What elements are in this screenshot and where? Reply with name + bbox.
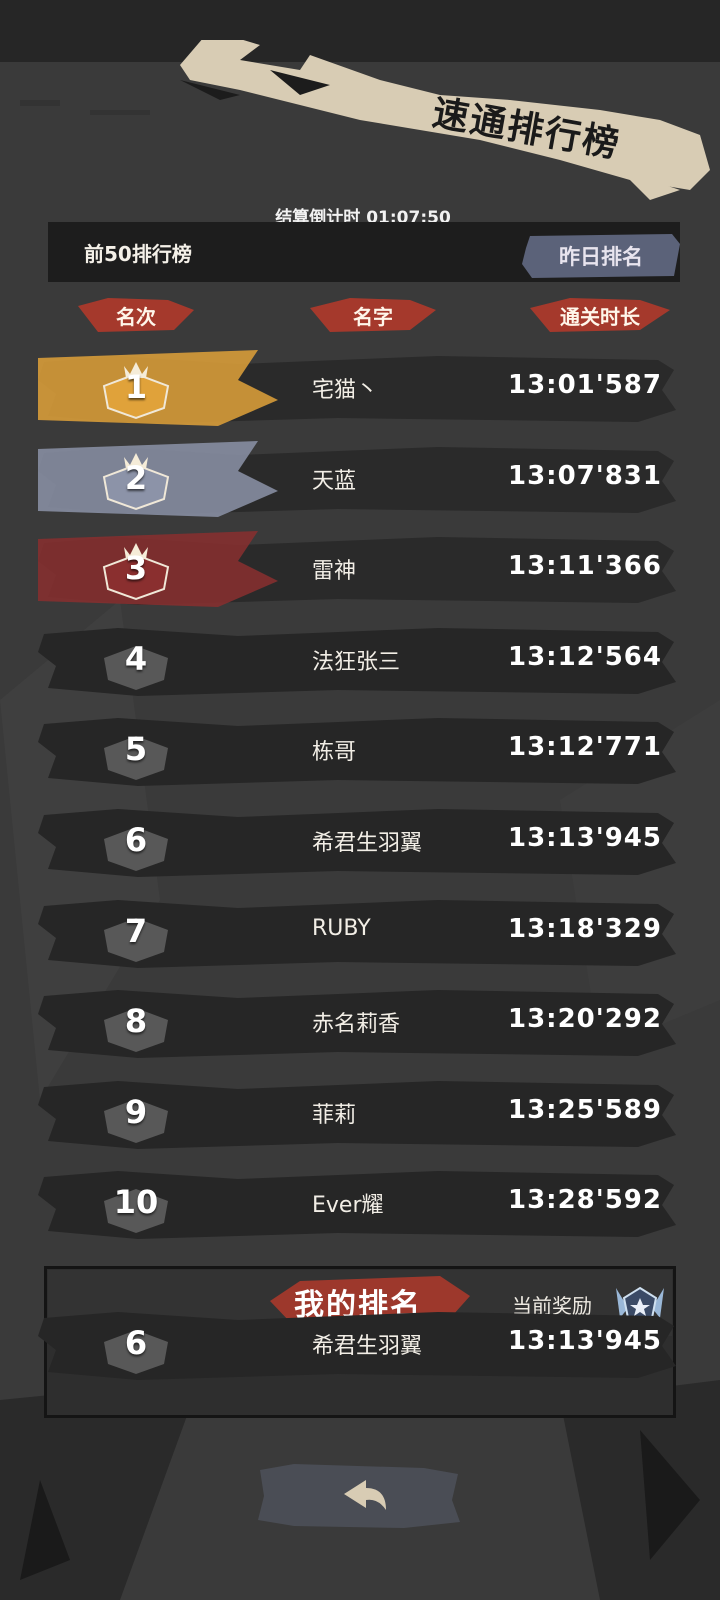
clear-time: 13:11'366 (508, 551, 662, 581)
leaderboard-row[interactable]: 7 RUBY 13:18'329 (38, 894, 680, 972)
leaderboard-row[interactable]: 5 栋哥 13:12'771 (38, 712, 680, 790)
clear-time: 13:01'587 (508, 370, 662, 400)
clear-time: 13:25'589 (508, 1095, 662, 1125)
rank-number: 9 (124, 1093, 148, 1131)
leaderboard-row[interactable]: 9 菲莉 13:25'589 (38, 1075, 680, 1153)
column-header-time: 通关时长 (530, 296, 670, 334)
leaderboard-row[interactable]: 10 Ever耀 13:28'592 (38, 1165, 680, 1243)
clear-time: 13:07'831 (508, 461, 662, 491)
player-name: RUBY (312, 916, 371, 941)
clear-time: 13:28'592 (508, 1185, 662, 1215)
leaderboard-row[interactable]: 3 雷神 13:11'366 (38, 531, 680, 609)
rank-number: 4 (124, 640, 148, 678)
leaderboard-row[interactable]: 4 法狂张三 13:12'564 (38, 622, 680, 700)
my-rank-row[interactable]: 6 希君生羽翼 13:13'945 (38, 1306, 680, 1384)
player-name: 菲莉 (312, 1103, 357, 1128)
column-header-rank-label: 名次 (116, 304, 156, 329)
player-name: 宅猫丶 (312, 378, 379, 403)
leaderboard-row[interactable]: 8 赤名莉香 13:20'292 (38, 984, 680, 1062)
column-header-rank: 名次 (78, 296, 194, 334)
back-button[interactable] (254, 1460, 464, 1532)
clear-time: 13:12'771 (508, 732, 662, 762)
column-header-name-label: 名字 (353, 304, 393, 329)
leaderboard-row[interactable]: 2 天蓝 13:07'831 (38, 441, 680, 519)
clear-time: 13:18'329 (508, 914, 662, 944)
player-name: 希君生羽翼 (312, 831, 423, 856)
player-name: 栋哥 (312, 740, 357, 765)
player-name: Ever耀 (312, 1193, 384, 1218)
tab-yesterday-label: 昨日排名 (559, 245, 643, 269)
rank-number: 7 (124, 912, 148, 950)
my-rank-name: 希君生羽翼 (312, 1334, 423, 1359)
column-header-name: 名字 (310, 296, 436, 334)
rank-number: 3 (124, 549, 148, 587)
leaderboard-row[interactable]: 1 宅猫丶 13:01'587 (38, 350, 680, 428)
player-name: 天蓝 (312, 469, 357, 494)
leaderboard-row[interactable]: 6 希君生羽翼 13:13'945 (38, 803, 680, 881)
player-name: 赤名莉香 (312, 1012, 401, 1037)
clear-time: 13:20'292 (508, 1004, 662, 1034)
rank-number: 2 (124, 459, 148, 497)
rank-number: 8 (124, 1002, 148, 1040)
tab-top50[interactable]: 前50排行榜 (84, 238, 192, 267)
clear-time: 13:13'945 (508, 823, 662, 853)
my-rank-time: 13:13'945 (508, 1326, 662, 1356)
player-name: 法狂张三 (312, 650, 401, 675)
player-name: 雷神 (312, 559, 357, 584)
tab-yesterday[interactable]: 昨日排名 (522, 234, 680, 278)
rank-number: 6 (124, 821, 148, 859)
clear-time: 13:12'564 (508, 642, 662, 672)
column-header-time-label: 通关时长 (560, 304, 640, 329)
rank-number: 1 (124, 368, 148, 406)
rank-number: 5 (124, 730, 148, 768)
my-rank-number: 6 (124, 1324, 148, 1362)
rank-number: 10 (113, 1183, 159, 1221)
